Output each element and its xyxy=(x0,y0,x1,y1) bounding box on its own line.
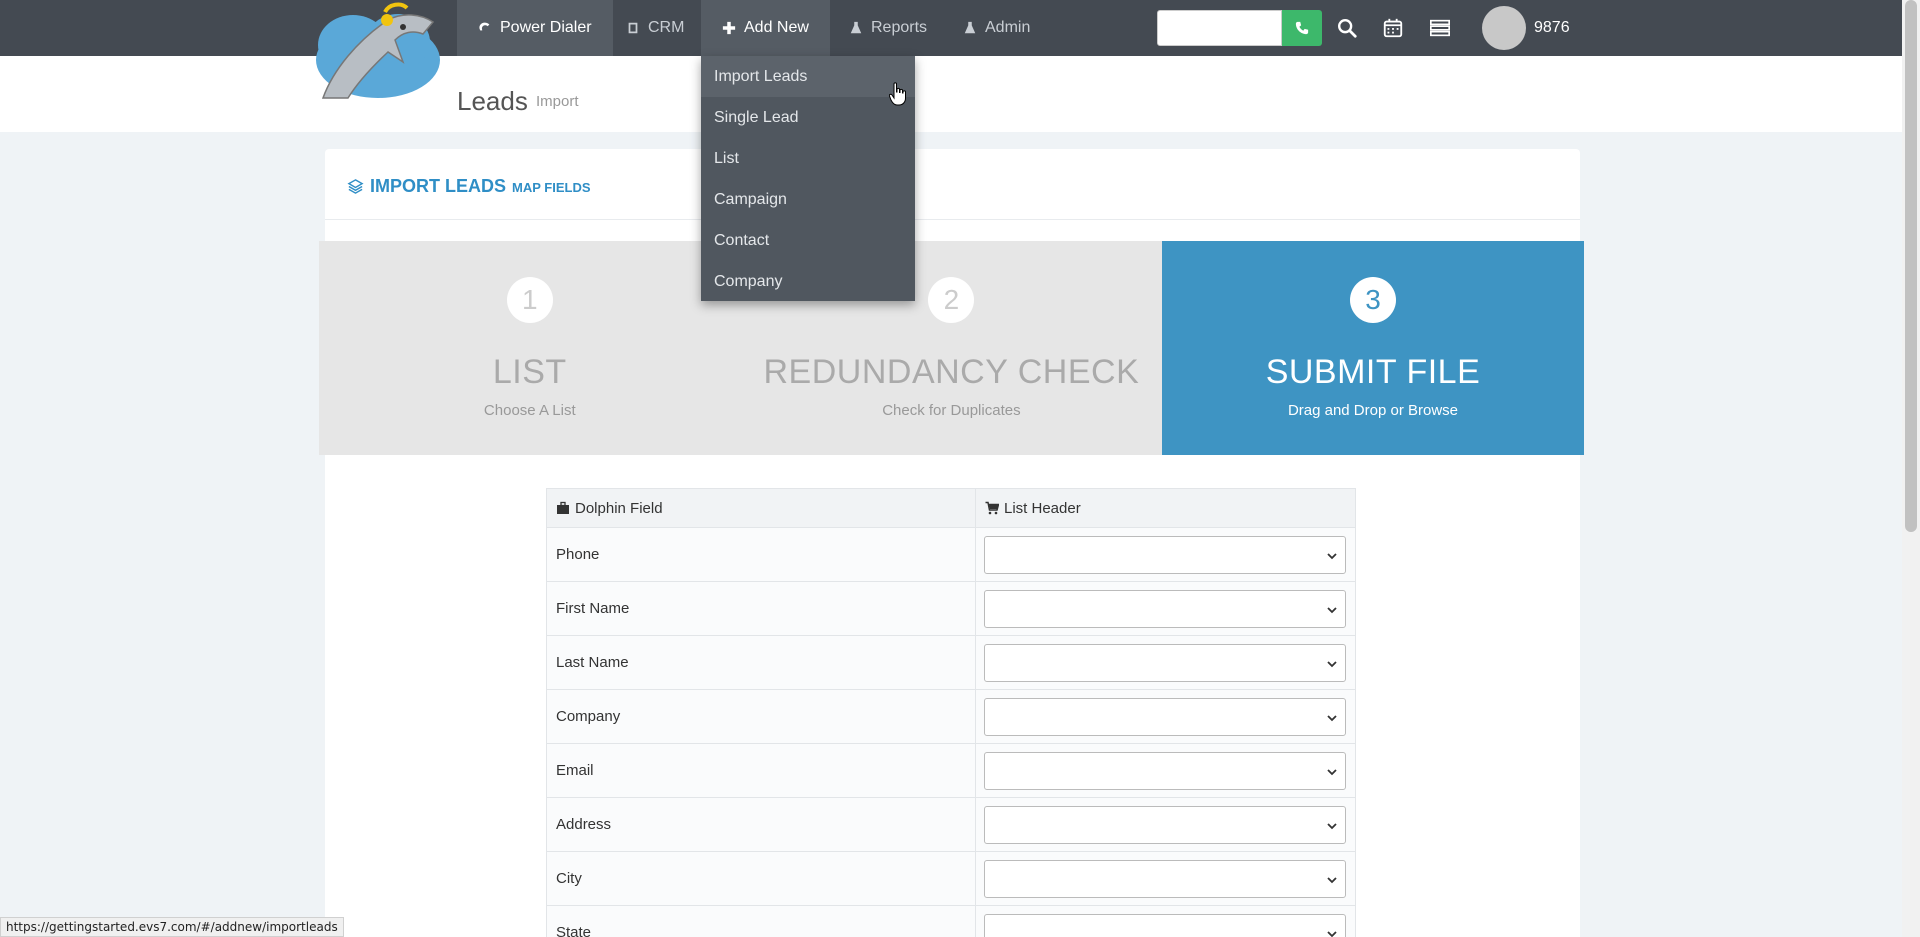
menu-item-single-lead[interactable]: Single Lead xyxy=(701,97,915,138)
list-header-select[interactable] xyxy=(984,589,1346,628)
top-navbar: Power Dialer CRM Add New Reports Admin 9… xyxy=(0,0,1920,56)
nav-admin[interactable]: Admin xyxy=(942,0,1051,56)
page-title: Leads xyxy=(457,86,528,116)
search-input[interactable] xyxy=(1157,10,1282,46)
plus-icon xyxy=(722,21,736,35)
table-row: State xyxy=(546,905,1356,937)
step-desc: Check for Duplicates xyxy=(882,402,1021,419)
page-header xyxy=(0,56,1902,132)
step-number: 3 xyxy=(1349,277,1396,323)
step-number: 2 xyxy=(928,277,975,323)
status-bar-url: https://gettingstarted.evs7.com/#/addnew… xyxy=(0,917,344,937)
field-label: Last Name xyxy=(546,635,976,690)
header-label: List Header xyxy=(1004,499,1081,517)
field-label: Email xyxy=(546,743,976,798)
field-label: State xyxy=(546,905,976,937)
layers-icon xyxy=(347,179,364,194)
step-title: LIST xyxy=(492,353,567,391)
list-header-select[interactable] xyxy=(984,913,1346,937)
nav-label: Reports xyxy=(871,19,928,36)
book-icon xyxy=(628,22,638,34)
chevron-down-icon xyxy=(1327,660,1337,667)
field-label: First Name xyxy=(546,581,976,636)
cart-icon xyxy=(985,501,1000,514)
menu-item-list[interactable]: List xyxy=(701,138,915,179)
flask-icon xyxy=(850,21,862,34)
card-title-sub: MAP FIELDS xyxy=(512,180,591,195)
add-new-dropdown: Import Leads Single Lead List Campaign C… xyxy=(701,56,915,301)
step-desc: Drag and Drop or Browse xyxy=(1287,402,1459,419)
table-row: City xyxy=(546,851,1356,906)
field-label: Address xyxy=(546,797,976,852)
column-header-dolphin-field: Dolphin Field xyxy=(546,488,976,528)
nav-label: Add New xyxy=(744,19,809,36)
menu-item-contact[interactable]: Contact xyxy=(701,220,915,261)
menu-item-company[interactable]: Company xyxy=(701,261,915,302)
list-header-select[interactable] xyxy=(984,697,1346,736)
divider xyxy=(325,219,1580,220)
column-header-list-header: List Header xyxy=(975,488,1356,528)
avatar[interactable] xyxy=(1482,6,1526,50)
chevron-down-icon xyxy=(1327,768,1337,775)
table-row: Company xyxy=(546,689,1356,744)
menu-item-import-leads[interactable]: Import Leads xyxy=(701,56,915,97)
chevron-down-icon xyxy=(1327,714,1337,721)
wizard-step-list[interactable]: 1 LIST Choose A List xyxy=(319,241,741,455)
nav-reports[interactable]: Reports xyxy=(828,0,948,56)
nav-add-new[interactable]: Add New xyxy=(701,0,830,56)
chevron-down-icon xyxy=(1327,552,1337,559)
table-row: Last Name xyxy=(546,635,1356,690)
flask-icon xyxy=(964,21,976,34)
server-list-icon[interactable] xyxy=(1428,16,1452,40)
header-label: Dolphin Field xyxy=(575,499,663,517)
nav-label: CRM xyxy=(648,19,685,36)
card-title-main: IMPORT LEADS xyxy=(370,176,507,196)
nav-label: Admin xyxy=(985,19,1031,36)
chevron-down-icon xyxy=(1327,876,1337,883)
table-row: Address xyxy=(546,797,1356,852)
nav-label: Power Dialer xyxy=(500,19,592,36)
table-row: First Name xyxy=(546,581,1356,636)
wizard-step-submit-file[interactable]: 3 SUBMIT FILE Drag and Drop or Browse xyxy=(1162,241,1584,455)
field-label: Company xyxy=(546,689,976,744)
wizard-steps: 1 LIST Choose A List 2 REDUNDANCY CHECK … xyxy=(319,241,1584,455)
field-label: City xyxy=(546,851,976,906)
calendar-icon[interactable] xyxy=(1381,16,1405,40)
step-number: 1 xyxy=(506,277,553,323)
briefcase-icon xyxy=(557,501,569,514)
chevron-down-icon xyxy=(1327,930,1337,937)
search-icon[interactable] xyxy=(1335,16,1359,40)
user-id[interactable]: 9876 xyxy=(1534,19,1570,37)
menu-item-campaign[interactable]: Campaign xyxy=(701,179,915,220)
phone-icon xyxy=(1295,21,1309,35)
hand-cursor-icon xyxy=(889,82,906,106)
list-header-select[interactable] xyxy=(984,643,1346,682)
nav-crm[interactable]: CRM xyxy=(605,0,705,56)
field-mapping-table: Dolphin Field List Header Phone First Na… xyxy=(546,488,1356,937)
headset-icon xyxy=(479,22,490,31)
dolphin-logo[interactable] xyxy=(303,0,443,102)
table-row: Email xyxy=(546,743,1356,798)
card-title: IMPORT LEADS MAP FIELDS xyxy=(347,176,591,197)
call-button[interactable] xyxy=(1282,10,1322,46)
step-title: SUBMIT FILE xyxy=(1265,353,1481,391)
field-label: Phone xyxy=(546,527,976,582)
chevron-down-icon xyxy=(1327,606,1337,613)
step-desc: Choose A List xyxy=(483,402,576,419)
list-header-select[interactable] xyxy=(984,535,1346,574)
scrollbar-thumb[interactable] xyxy=(1905,0,1917,532)
list-header-select[interactable] xyxy=(984,859,1346,898)
page-subtitle: Import xyxy=(536,93,579,110)
table-row: Phone xyxy=(546,527,1356,582)
step-title: REDUNDANCY CHECK xyxy=(763,353,1140,391)
list-header-select[interactable] xyxy=(984,805,1346,844)
list-header-select[interactable] xyxy=(984,751,1346,790)
chevron-down-icon xyxy=(1327,822,1337,829)
nav-power-dialer[interactable]: Power Dialer xyxy=(457,0,613,56)
